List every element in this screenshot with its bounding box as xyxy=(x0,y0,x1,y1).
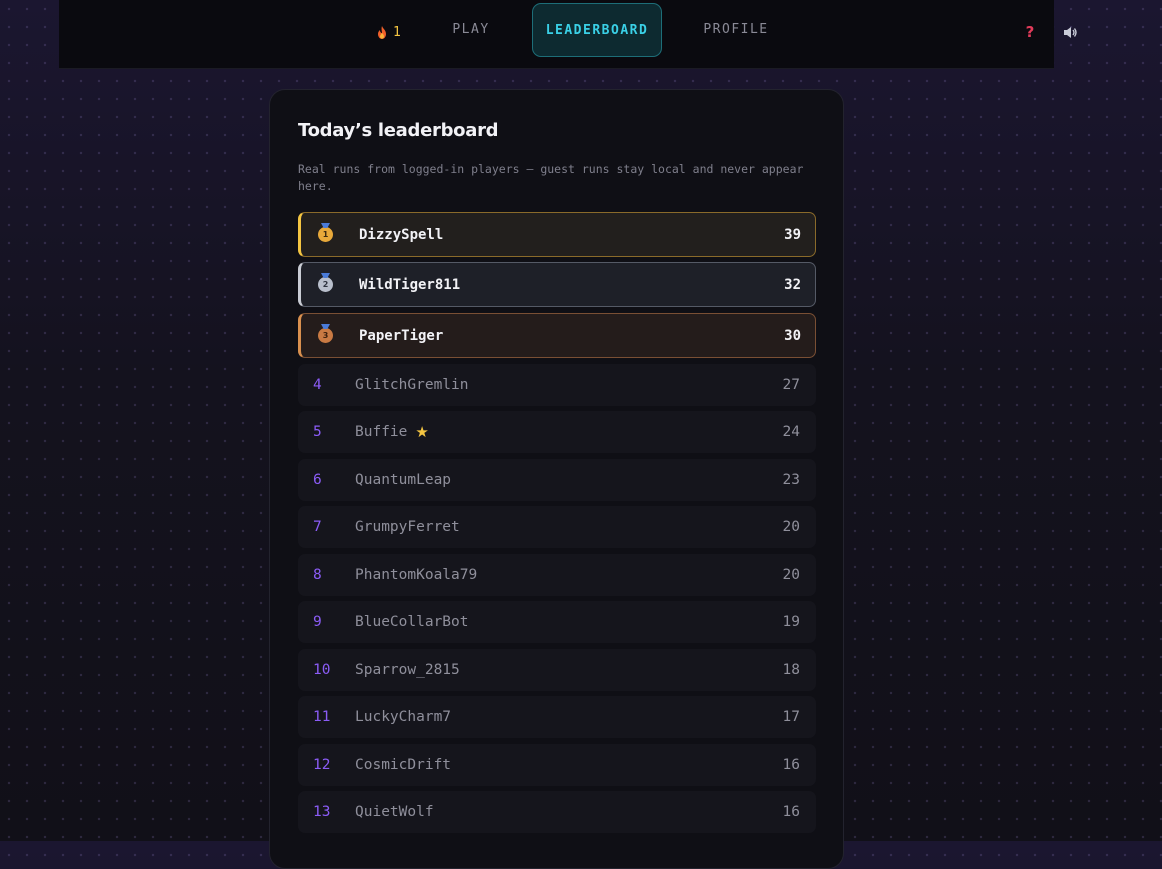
player-rank: 9 xyxy=(313,614,322,630)
flame-icon xyxy=(378,25,386,39)
player-score: 27 xyxy=(782,377,800,393)
leaderboard-row: 11 LuckyCharm7 17 xyxy=(298,696,816,738)
player-name: GlitchGremlin xyxy=(355,377,469,393)
gold-medal-icon: 1 xyxy=(318,227,333,242)
leaderboard-row: 10 Sparrow_2815 18 xyxy=(298,649,816,691)
player-score: 16 xyxy=(782,757,800,773)
player-score: 20 xyxy=(782,567,800,583)
top-nav-bar: 1 PLAY LEADERBOARD PROFILE ? xyxy=(59,0,1077,69)
tab-leaderboard[interactable]: LEADERBOARD xyxy=(532,3,662,57)
player-name-with-badge: Buffie ★ xyxy=(355,423,770,441)
tab-profile[interactable]: PROFILE xyxy=(693,3,779,57)
player-rank: 6 xyxy=(313,472,322,488)
player-rank: 13 xyxy=(313,804,331,820)
help-button[interactable]: ? xyxy=(1020,22,1040,42)
player-rank: 8 xyxy=(313,567,322,583)
leaderboard-row: 8 PhantomKoala79 20 xyxy=(298,554,816,596)
player-name: Sparrow_2815 xyxy=(355,662,460,678)
player-score: 20 xyxy=(782,519,800,535)
player-score: 32 xyxy=(784,276,801,293)
page-title: Today’s leaderboard xyxy=(298,120,499,141)
leaderboard-row-rank-3: 3 PaperTiger 30 xyxy=(298,313,816,358)
player-score: 23 xyxy=(782,472,800,488)
leaderboard-row: 7 GrumpyFerret 20 xyxy=(298,506,816,548)
player-name: QuietWolf xyxy=(355,804,434,820)
help-icon: ? xyxy=(1025,23,1035,41)
player-name: DizzySpell xyxy=(359,226,444,243)
player-rank: 5 xyxy=(313,424,322,440)
player-score: 24 xyxy=(782,424,800,440)
player-score: 30 xyxy=(784,327,801,344)
player-score: 16 xyxy=(782,804,800,820)
leaderboard-row-rank-1: 1 DizzySpell 39 xyxy=(298,212,816,257)
player-name: Buffie xyxy=(355,424,408,440)
player-name: PhantomKoala79 xyxy=(355,567,478,583)
player-name: CosmicDrift xyxy=(355,757,452,773)
player-score: 39 xyxy=(784,226,801,243)
bronze-medal-icon: 3 xyxy=(318,328,333,343)
leaderboard-row: 13 QuietWolf 16 xyxy=(298,791,816,833)
player-rank: 10 xyxy=(313,662,331,678)
player-name: LuckyCharm7 xyxy=(355,709,452,725)
streak-indicator: 1 xyxy=(377,22,401,42)
player-name: WildTiger811 xyxy=(359,276,461,293)
speaker-icon xyxy=(1063,26,1077,38)
leaderboard-row: 4 GlitchGremlin 27 xyxy=(298,364,816,406)
leaderboard-row-rank-2: 2 WildTiger811 32 xyxy=(298,262,816,307)
tab-play[interactable]: PLAY xyxy=(439,3,503,57)
leaderboard-row: 5 Buffie ★ 24 xyxy=(298,411,816,453)
leaderboard-row: 9 BlueCollarBot 19 xyxy=(298,601,816,643)
player-score: 18 xyxy=(782,662,800,678)
streak-count: 1 xyxy=(393,24,401,40)
player-name: PaperTiger xyxy=(359,327,444,344)
player-rank: 4 xyxy=(313,377,322,393)
player-rank: 12 xyxy=(313,757,331,773)
player-name: BlueCollarBot xyxy=(355,614,469,630)
player-name: QuantumLeap xyxy=(355,472,452,488)
player-score: 19 xyxy=(782,614,800,630)
leaderboard-row: 6 QuantumLeap 23 xyxy=(298,459,816,501)
player-score: 17 xyxy=(782,709,800,725)
player-name: GrumpyFerret xyxy=(355,519,460,535)
player-rank: 11 xyxy=(313,709,331,725)
player-rank: 7 xyxy=(313,519,322,535)
leaderboard-row: 12 CosmicDrift 16 xyxy=(298,744,816,786)
leaderboard-description: Real runs from logged-in players — guest… xyxy=(298,162,804,193)
star-icon: ★ xyxy=(415,423,429,441)
silver-medal-icon: 2 xyxy=(318,277,333,292)
leaderboard-card: Today’s leaderboard Real runs from logge… xyxy=(269,89,844,869)
sound-toggle-button[interactable] xyxy=(1060,22,1080,42)
